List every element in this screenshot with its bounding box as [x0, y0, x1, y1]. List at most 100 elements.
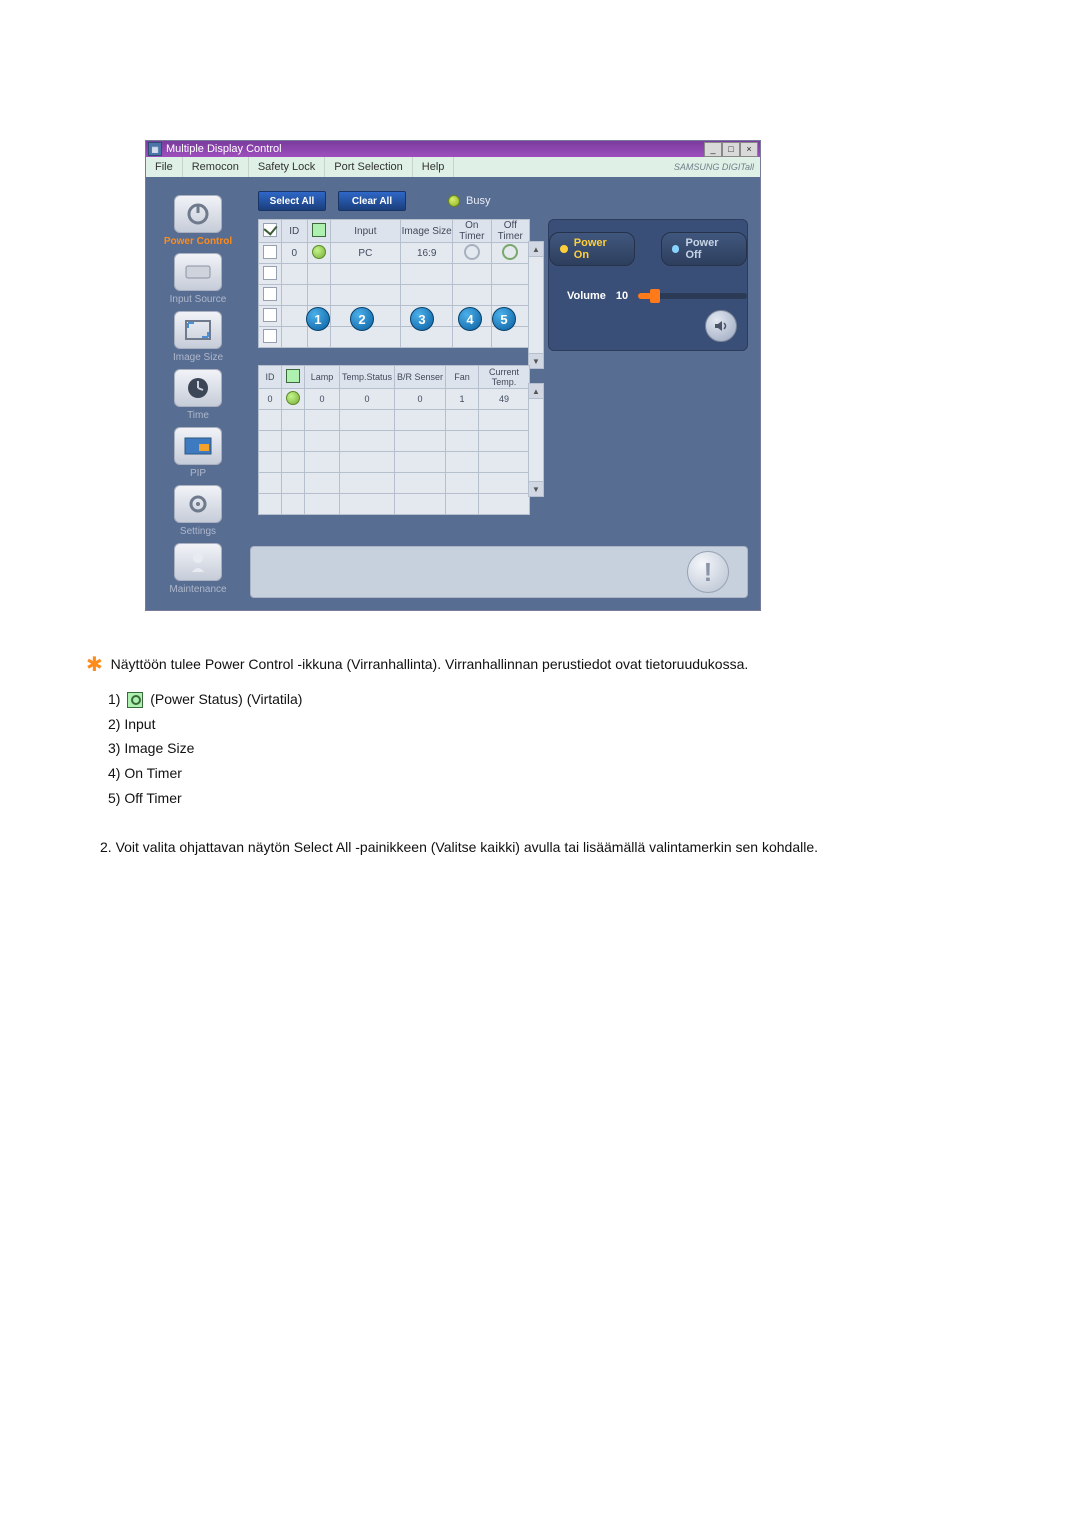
status-on-icon [286, 391, 300, 405]
paragraph-2: 2. Voit valita ohjattavan näytön Select … [100, 837, 1020, 859]
brand-label: SAMSUNG DIGITall [668, 157, 760, 177]
description: ✱ Näyttöön tulee Power Control -ikkuna (… [86, 650, 1020, 859]
sidebar-item-image-size[interactable]: Image Size [158, 311, 238, 363]
list-item: 4) On Timer [108, 763, 1020, 785]
menu-help[interactable]: Help [413, 157, 455, 177]
minimize-button[interactable]: _ [704, 142, 722, 157]
col2-temp-status[interactable]: Temp.Status [340, 366, 395, 389]
select-all-button[interactable]: Select All [258, 191, 326, 211]
cell-image-size: 16:9 [401, 243, 453, 264]
power-status-icon [286, 369, 300, 383]
callout-1: 1 [306, 307, 330, 331]
row-checkbox[interactable] [263, 308, 277, 322]
table-row[interactable]: 0 PC 16:9 [259, 243, 530, 264]
col2-status[interactable] [282, 366, 305, 389]
pip-icon [174, 427, 222, 465]
sidebar-item-power-control[interactable]: Power Control [158, 195, 238, 247]
table-row[interactable] [259, 431, 530, 452]
col-id[interactable]: ID [281, 220, 307, 243]
cell-input: PC [330, 243, 401, 264]
row-checkbox[interactable] [263, 329, 277, 343]
table-row[interactable] [259, 473, 530, 494]
col-checkbox[interactable] [259, 220, 282, 243]
col-status[interactable] [307, 220, 330, 243]
sidebar-item-pip[interactable]: PIP [158, 427, 238, 479]
title-text: Multiple Display Control [166, 143, 282, 155]
table-row[interactable] [259, 410, 530, 431]
col-off-timer[interactable]: Off Timer [491, 220, 529, 243]
table-row[interactable] [259, 452, 530, 473]
sidebar: Power Control Input Source Image Size [158, 195, 238, 592]
time-icon [174, 369, 222, 407]
menu-port-selection[interactable]: Port Selection [325, 157, 412, 177]
scroll-down-icon[interactable]: ▼ [529, 481, 543, 496]
power-panel: Power On Power Off Volume 10 [548, 219, 748, 351]
table-row[interactable] [259, 285, 530, 306]
power-off-dot-icon [672, 245, 680, 253]
settings-icon [174, 485, 222, 523]
table-row[interactable] [259, 494, 530, 515]
power-control-icon [174, 195, 222, 233]
power-on-button[interactable]: Power On [549, 232, 635, 266]
volume-icon[interactable] [705, 310, 737, 342]
col2-br-sensor[interactable]: B/R Senser [395, 366, 446, 389]
menu-remocon[interactable]: Remocon [183, 157, 249, 177]
col2-id[interactable]: ID [259, 366, 282, 389]
busy-indicator: Busy [448, 195, 490, 207]
main-area: Power Control Input Source Image Size [146, 177, 760, 610]
power-on-dot-icon [560, 245, 568, 253]
maintenance-icon [174, 543, 222, 581]
row-checkbox[interactable] [263, 266, 277, 280]
col2-lamp[interactable]: Lamp [305, 366, 340, 389]
upper-scrollbar[interactable]: ▲ ▼ [528, 241, 544, 369]
callout-3: 3 [410, 307, 434, 331]
cell-id: 0 [281, 243, 307, 264]
callout-5: 5 [492, 307, 516, 331]
scroll-down-icon[interactable]: ▼ [529, 353, 543, 368]
col2-fan[interactable]: Fan [446, 366, 479, 389]
menu-file[interactable]: File [146, 157, 183, 177]
sidebar-item-settings[interactable]: Settings [158, 485, 238, 537]
table-row[interactable]: 0 0 0 0 1 49 [259, 389, 530, 410]
input-source-icon [174, 253, 222, 291]
list-item: 5) Off Timer [108, 788, 1020, 810]
sidebar-item-input-source[interactable]: Input Source [158, 253, 238, 305]
power-status-icon [127, 692, 143, 708]
callout-4: 4 [458, 307, 482, 331]
row-checkbox[interactable] [263, 245, 277, 259]
col-on-timer[interactable]: On Timer [453, 220, 491, 243]
lower-table: ID Lamp Temp.Status B/R Senser Fan Curre… [258, 365, 530, 515]
app-window: ▦ Multiple Display Control _ □ × File Re… [145, 140, 761, 611]
power-status-icon [312, 223, 326, 237]
menu-bar: File Remocon Safety Lock Port Selection … [146, 157, 760, 178]
callouts: 1 2 3 4 5 [300, 307, 516, 331]
sidebar-item-time[interactable]: Time [158, 369, 238, 421]
col-input[interactable]: Input [330, 220, 401, 243]
app-icon: ▦ [148, 142, 162, 156]
volume-value: 10 [616, 290, 628, 302]
lower-scrollbar[interactable]: ▲ ▼ [528, 383, 544, 497]
off-timer-off-icon [502, 244, 518, 260]
col2-current-temp[interactable]: Current Temp. [479, 366, 530, 389]
image-size-icon [174, 311, 222, 349]
status-bar: ! [250, 546, 748, 598]
col-image-size[interactable]: Image Size [401, 220, 453, 243]
slider-thumb[interactable] [650, 289, 660, 303]
maximize-button[interactable]: □ [722, 142, 740, 157]
clear-all-button[interactable]: Clear All [338, 191, 406, 211]
title-bar: ▦ Multiple Display Control _ □ × [146, 141, 760, 157]
scroll-up-icon[interactable]: ▲ [529, 384, 543, 399]
row-checkbox[interactable] [263, 287, 277, 301]
close-button[interactable]: × [740, 142, 758, 157]
table-row[interactable] [259, 264, 530, 285]
scroll-up-icon[interactable]: ▲ [529, 242, 543, 257]
menu-safety-lock[interactable]: Safety Lock [249, 157, 325, 177]
list-item: 2) Input [108, 714, 1020, 736]
star-icon: ✱ [86, 654, 103, 676]
list-item: 3) Image Size [108, 738, 1020, 760]
sidebar-item-maintenance[interactable]: Maintenance [158, 543, 238, 595]
content: Select All Clear All Busy ID Inpu [250, 185, 748, 598]
volume-slider[interactable] [638, 293, 747, 299]
power-off-button[interactable]: Power Off [661, 232, 747, 266]
warning-icon: ! [687, 551, 729, 593]
